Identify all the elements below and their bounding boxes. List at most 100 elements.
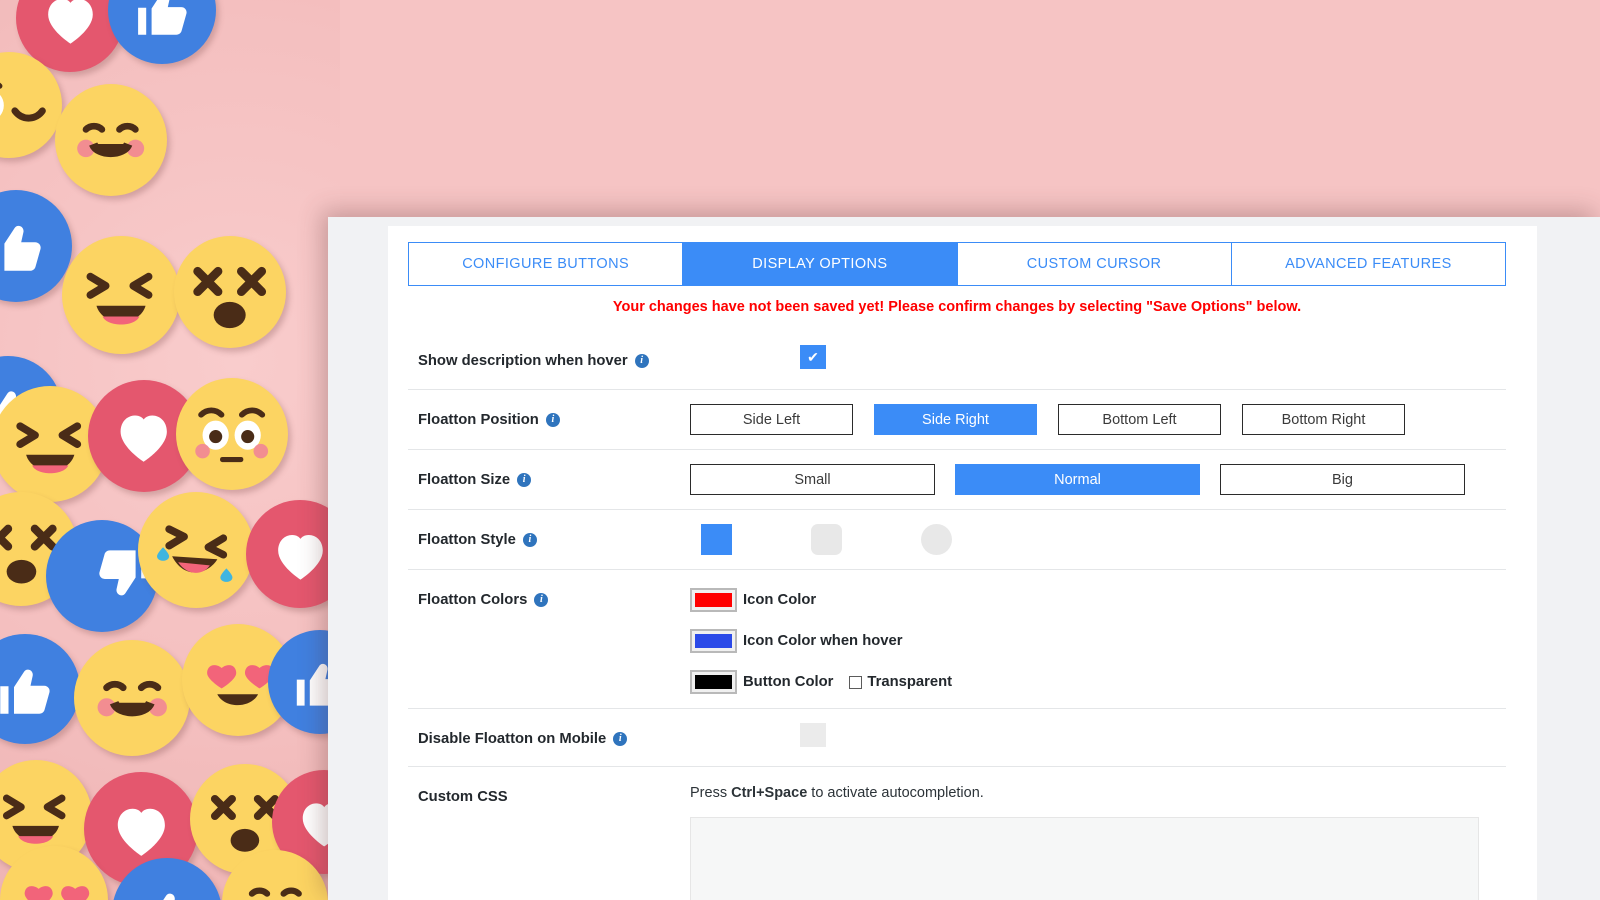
option-label: Side Left bbox=[742, 411, 801, 428]
option-label: Big bbox=[1332, 471, 1353, 488]
transparent-checkbox[interactable] bbox=[849, 675, 863, 689]
option-label: Bottom Right bbox=[1281, 411, 1366, 428]
emoji-sticker bbox=[0, 634, 80, 744]
floatton-size-group: Small Normal Big bbox=[690, 464, 1506, 495]
unsaved-changes-warning: Your changes have not been saved yet! Pl… bbox=[612, 299, 1302, 315]
tab-label: CUSTOM CURSOR bbox=[1026, 256, 1162, 272]
size-option-big[interactable]: Big bbox=[1220, 464, 1465, 495]
button-color-fill bbox=[695, 675, 732, 689]
custom-css-hint: Press Ctrl+Space to activate autocomplet… bbox=[690, 781, 1506, 801]
display-options-form: Show description when hover i ✔ Floatton… bbox=[408, 331, 1506, 900]
floatton-position-label: Floatton Position bbox=[418, 412, 539, 428]
button-color-caption: Button Color bbox=[743, 674, 834, 690]
row-label-disable-on-mobile: Disable Floatton on Mobile i bbox=[408, 709, 690, 761]
hint-key: Ctrl+Space bbox=[731, 785, 808, 801]
custom-css-editor[interactable] bbox=[690, 817, 1479, 900]
position-option-bottom-right[interactable]: Bottom Right bbox=[1242, 404, 1405, 435]
disable-on-mobile-label: Disable Floatton on Mobile bbox=[418, 731, 607, 747]
emoji-wallpaper bbox=[0, 0, 340, 900]
row-show-description: Show description when hover i ✔ bbox=[408, 331, 1506, 389]
floatton-colors-group: Icon Color Icon Color when hover Button … bbox=[690, 584, 952, 694]
info-icon[interactable]: i bbox=[522, 533, 537, 547]
emoji-sticker bbox=[55, 84, 167, 196]
row-field-disable-on-mobile bbox=[690, 709, 1506, 761]
hint-prefix: Press bbox=[690, 785, 732, 801]
row-field-floatton-size: Small Normal Big bbox=[690, 450, 1506, 509]
info-icon[interactable]: i bbox=[634, 354, 649, 368]
info-icon[interactable]: i bbox=[517, 473, 532, 487]
style-option-square[interactable] bbox=[701, 524, 732, 555]
style-option-circle[interactable] bbox=[921, 524, 952, 555]
button-color-swatch[interactable] bbox=[690, 670, 737, 694]
tab-label: ADVANCED FEATURES bbox=[1285, 256, 1452, 272]
row-label-show-description: Show description when hover i bbox=[408, 331, 690, 383]
emoji-sticker bbox=[0, 190, 72, 302]
row-field-show-description: ✔ bbox=[690, 331, 1506, 383]
check-icon: ✔ bbox=[807, 348, 819, 365]
row-field-floatton-colors: Icon Color Icon Color when hover Button … bbox=[690, 570, 1506, 708]
floatton-colors-label: Floatton Colors bbox=[418, 592, 528, 608]
row-floatton-position: Floatton Position i Side Left Side Right… bbox=[408, 389, 1506, 449]
icon-color-hover-caption: Icon Color when hover bbox=[743, 633, 903, 649]
info-icon[interactable]: i bbox=[613, 732, 628, 746]
row-custom-css: Custom CSS Press Ctrl+Space to activate … bbox=[408, 766, 1506, 900]
row-field-floatton-style bbox=[690, 510, 1506, 569]
option-label: Side Right bbox=[922, 411, 989, 428]
hint-suffix: to activate autocompletion. bbox=[807, 785, 984, 801]
custom-css-label: Custom CSS bbox=[418, 789, 508, 805]
emoji-sticker bbox=[62, 236, 180, 354]
tab-label: DISPLAY OPTIONS bbox=[752, 256, 888, 272]
floatton-style-label: Floatton Style bbox=[418, 532, 516, 548]
tab-advanced-features[interactable]: ADVANCED FEATURES bbox=[1231, 243, 1505, 285]
show-description-checkbox[interactable]: ✔ bbox=[800, 345, 826, 369]
row-floatton-size: Floatton Size i Small Normal Big bbox=[408, 449, 1506, 509]
icon-color-hover-swatch[interactable] bbox=[690, 629, 737, 653]
row-field-custom-css: Press Ctrl+Space to activate autocomplet… bbox=[690, 767, 1506, 900]
floatton-style-group bbox=[701, 524, 1031, 555]
tab-configure-buttons[interactable]: CONFIGURE BUTTONS bbox=[409, 243, 684, 285]
size-option-small[interactable]: Small bbox=[690, 464, 935, 495]
emoji-sticker bbox=[74, 640, 190, 756]
settings-tabbar: CONFIGURE BUTTONS DISPLAY OPTIONS CUSTOM… bbox=[408, 242, 1506, 286]
emoji-sticker bbox=[138, 492, 254, 608]
size-option-normal[interactable]: Normal bbox=[955, 464, 1200, 495]
color-line-icon-color: Icon Color bbox=[690, 588, 952, 612]
info-icon[interactable]: i bbox=[534, 593, 549, 607]
emoji-sticker bbox=[174, 236, 286, 348]
tab-display-options[interactable]: DISPLAY OPTIONS bbox=[683, 243, 958, 285]
transparent-option: Transparent bbox=[849, 674, 952, 690]
position-option-bottom-left[interactable]: Bottom Left bbox=[1058, 404, 1221, 435]
option-label: Bottom Left bbox=[1102, 411, 1177, 428]
row-floatton-style: Floatton Style i bbox=[408, 509, 1506, 569]
position-option-side-left[interactable]: Side Left bbox=[690, 404, 853, 435]
icon-color-fill bbox=[695, 593, 732, 607]
icon-color-swatch[interactable] bbox=[690, 588, 737, 612]
emoji-sticker bbox=[108, 0, 216, 64]
position-option-side-right[interactable]: Side Right bbox=[874, 404, 1037, 435]
option-label: Small bbox=[794, 471, 831, 488]
row-field-floatton-position: Side Left Side Right Bottom Left Bottom … bbox=[690, 390, 1506, 449]
info-icon[interactable]: i bbox=[545, 413, 560, 427]
row-label-floatton-colors: Floatton Colors i bbox=[408, 570, 690, 622]
custom-css-wrap: Press Ctrl+Space to activate autocomplet… bbox=[690, 781, 1506, 900]
color-line-icon-color-hover: Icon Color when hover bbox=[690, 629, 952, 653]
emoji-sticker bbox=[176, 378, 288, 490]
icon-color-caption: Icon Color bbox=[743, 592, 817, 608]
emoji-sticker bbox=[246, 500, 340, 608]
show-description-label: Show description when hover bbox=[418, 353, 628, 369]
row-label-floatton-style: Floatton Style i bbox=[408, 510, 690, 562]
tab-label: CONFIGURE BUTTONS bbox=[462, 256, 630, 272]
style-option-rounded-square[interactable] bbox=[811, 524, 842, 555]
option-label: Normal bbox=[1054, 471, 1101, 488]
tab-custom-cursor[interactable]: CUSTOM CURSOR bbox=[957, 243, 1232, 285]
row-label-floatton-size: Floatton Size i bbox=[408, 450, 690, 502]
page-root: CONFIGURE BUTTONS DISPLAY OPTIONS CUSTOM… bbox=[0, 0, 1600, 900]
disable-on-mobile-checkbox[interactable] bbox=[800, 723, 826, 747]
row-label-custom-css: Custom CSS bbox=[408, 767, 690, 819]
floatton-position-group: Side Left Side Right Bottom Left Bottom … bbox=[690, 404, 1506, 435]
icon-color-hover-fill bbox=[695, 634, 732, 648]
row-disable-on-mobile: Disable Floatton on Mobile i bbox=[408, 708, 1506, 766]
row-floatton-colors: Floatton Colors i Icon Color Icon Color … bbox=[408, 569, 1506, 708]
floatton-size-label: Floatton Size bbox=[418, 472, 511, 488]
settings-modal-content: CONFIGURE BUTTONS DISPLAY OPTIONS CUSTOM… bbox=[388, 226, 1537, 900]
